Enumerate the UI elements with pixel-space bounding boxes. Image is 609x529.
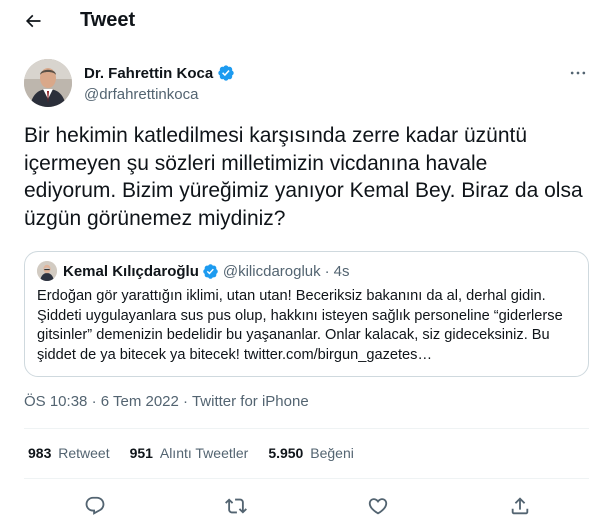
stat-label: Beğeni [310,445,354,461]
verified-badge-icon [218,65,234,81]
retweet-count-link[interactable]: 983 Retweet [28,445,110,461]
retweet-icon [225,498,247,514]
reply-button[interactable] [80,491,110,521]
author-display-name[interactable]: Dr. Fahrettin Koca [84,65,213,82]
author-name-row: Dr. Fahrettin Koca [84,64,235,82]
share-button[interactable] [505,491,535,521]
back-button[interactable] [18,6,48,36]
quoted-author-avatar [37,261,57,281]
tweet-date[interactable]: 6 Tem 2022 [101,393,179,410]
meta-separator: · [91,393,97,410]
stat-count: 5.950 [268,445,304,461]
author-handle[interactable]: @drfahrettinkoca [84,86,198,103]
author-row: Dr. Fahrettin Koca @drfahrettinkoca [24,59,594,109]
share-icon [511,497,529,515]
tweet-time[interactable]: ÖS 10:38 [24,393,87,410]
quoted-author-name: Kemal Kılıçdaroğlu [63,262,199,280]
tweet-source[interactable]: Twitter for iPhone [192,393,309,410]
meta-separator: · [183,393,189,410]
stat-label: Retweet [58,445,110,461]
quoted-tweet-header: Kemal Kılıçdaroğlu @kilicdarogluk · 4s [37,261,349,281]
like-button[interactable] [363,491,393,521]
like-icon [368,498,388,515]
page-title: Tweet [80,9,136,31]
arrow-left-icon [25,14,41,28]
tweet-text: Bir hekimin katledilmesi karşısında zerr… [24,124,583,230]
quoted-tweet-card[interactable]: Kemal Kılıçdaroğlu @kilicdarogluk · 4s E… [24,251,589,377]
reply-icon [85,496,105,515]
quoted-avatar-portrait [37,261,57,281]
quoted-timestamp: 4s [333,262,350,280]
more-options-button[interactable] [566,61,590,85]
action-bar [0,486,609,526]
quote-tweets-count-link[interactable]: 951 Alıntı Tweetler [130,445,249,461]
stat-count: 951 [129,445,153,461]
tweet-meta: ÖS 10:38 · 6 Tem 2022 · Twitter for iPho… [24,393,309,410]
quoted-tweet-text: Erdoğan gör yarattığın iklimi, utan utan… [37,288,563,363]
engagement-stats: 983 Retweet 951 Alıntı Tweetler 5.950 Be… [28,445,374,461]
author-avatar[interactable] [24,59,72,107]
quoted-separator: · [324,262,330,280]
top-bar: Tweet [0,0,609,40]
stat-label: Alıntı Tweetler [159,445,249,461]
likes-count-link[interactable]: 5.950 Beğeni [268,445,354,461]
avatar-portrait [24,59,72,107]
retweet-button[interactable] [221,491,251,521]
stat-count: 983 [28,445,52,461]
more-horizontal-icon [570,71,586,75]
divider [24,478,589,479]
verified-badge-icon [203,263,218,279]
quoted-author-handle: @kilicdarogluk [222,262,321,280]
divider [24,428,589,429]
